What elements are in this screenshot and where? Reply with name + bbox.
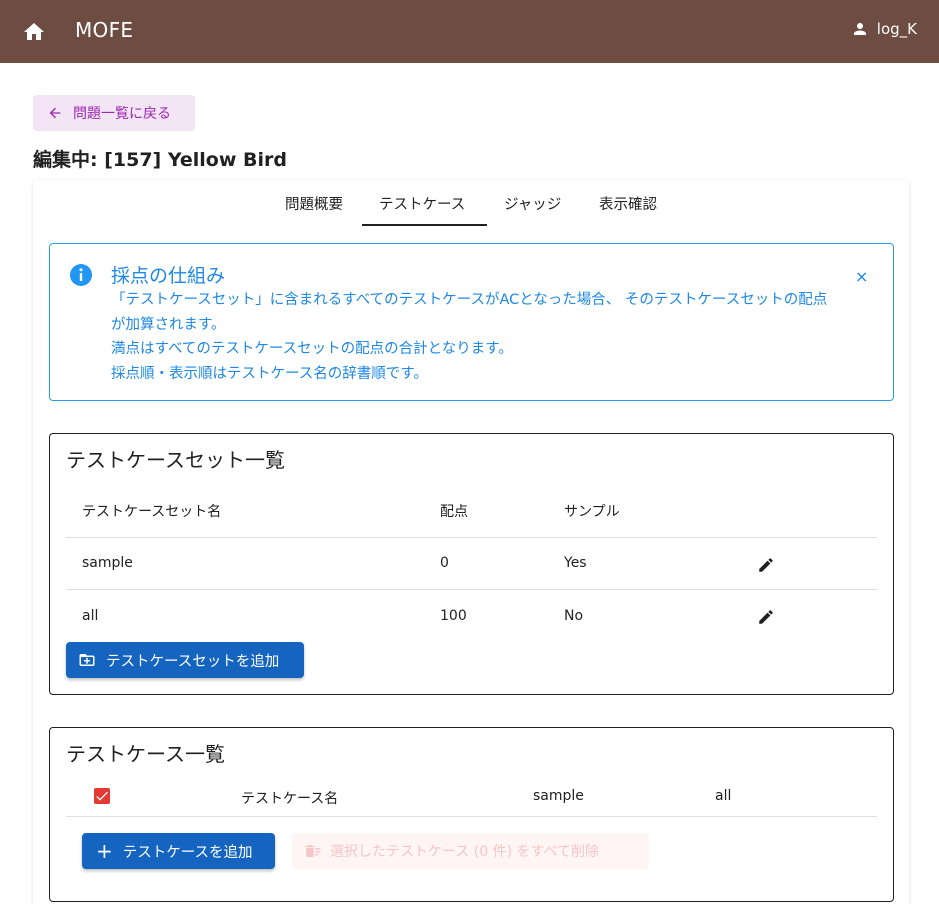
set-name-cell: all bbox=[82, 608, 99, 624]
tab-testcases[interactable]: テストケース bbox=[379, 193, 465, 214]
app-brand[interactable]: MOFE bbox=[75, 18, 133, 42]
set-score-cell: 0 bbox=[440, 555, 449, 571]
delete-selected-testcases-button[interactable]: 選択したテストケース (0 件) をすべて削除 bbox=[292, 833, 649, 869]
add-testcase-label: テストケースを追加 bbox=[122, 844, 253, 861]
user-menu[interactable]: log_K bbox=[851, 20, 917, 38]
scoring-info-alert: 採点の仕組み 「テストケースセット」に含まれるすべてのテストケースがACとなった… bbox=[49, 243, 894, 401]
set-sample-cell: Yes bbox=[564, 555, 587, 571]
alert-line: 満点はすべてのテストケースセットの配点の合計となります。 bbox=[111, 341, 513, 357]
back-button-label: 問題一覧に戻る bbox=[73, 106, 171, 122]
alert-body: 「テストケースセット」に含まれるすべてのテストケースがACとなった場合、 そのテ… bbox=[111, 288, 841, 386]
column-header-testcase-name: テストケース名 bbox=[241, 791, 339, 807]
edit-icon[interactable] bbox=[757, 608, 775, 626]
table-divider bbox=[66, 537, 877, 538]
testcases-section: テストケース一覧 テストケース名 sample all + テストケースを追加 … bbox=[49, 727, 894, 902]
delete-selected-label: 選択したテストケース (0 件) をすべて削除 bbox=[330, 844, 599, 860]
check-icon bbox=[96, 791, 108, 801]
page-title: 編集中: [157] Yellow Bird bbox=[33, 149, 287, 171]
table-divider bbox=[66, 589, 877, 590]
testcase-sets-section: テストケースセット一覧 テストケースセット名 配点 サンプル sample 0 … bbox=[49, 433, 894, 695]
table-divider bbox=[66, 816, 877, 817]
back-to-problems-button[interactable]: 問題一覧に戻る bbox=[33, 95, 195, 131]
testcases-title: テストケース一覧 bbox=[66, 742, 225, 766]
info-icon bbox=[70, 264, 92, 286]
add-testcase-set-label: テストケースセットを追加 bbox=[106, 653, 280, 670]
tab-bar: 問題概要 テストケース ジャッジ 表示確認 bbox=[33, 180, 909, 228]
add-box-icon bbox=[79, 654, 95, 666]
person-icon bbox=[853, 23, 866, 35]
add-testcase-button[interactable]: + テストケースを追加 bbox=[82, 833, 275, 869]
add-testcase-set-button[interactable]: テストケースセットを追加 bbox=[66, 642, 304, 678]
set-score-cell: 100 bbox=[440, 608, 467, 624]
column-header-score: 配点 bbox=[440, 504, 468, 520]
testcase-sets-title: テストケースセット一覧 bbox=[66, 448, 285, 472]
delete-sweep-icon bbox=[305, 845, 321, 857]
plus-icon: + bbox=[96, 839, 113, 863]
tab-overview[interactable]: 問題概要 bbox=[285, 193, 343, 214]
column-header-sample-set: sample bbox=[533, 788, 584, 804]
alert-line: 「テストケースセット」に含まれるすべてのテストケースがACとなった場合、 そのテ… bbox=[111, 292, 828, 333]
alert-line: 採点順・表示順はテストケース名の辞書順です。 bbox=[111, 365, 428, 382]
select-all-checkbox[interactable] bbox=[94, 788, 110, 804]
set-sample-cell: No bbox=[564, 608, 584, 624]
column-header-set-name: テストケースセット名 bbox=[82, 504, 222, 520]
set-name-cell: sample bbox=[82, 555, 133, 571]
tab-preview[interactable]: 表示確認 bbox=[599, 193, 657, 214]
column-header-sample: サンプル bbox=[564, 504, 620, 520]
tab-judge[interactable]: ジャッジ bbox=[504, 193, 561, 214]
arrow-left-icon bbox=[49, 107, 61, 119]
username: log_K bbox=[876, 20, 917, 38]
alert-title: 採点の仕組み bbox=[111, 265, 226, 287]
edit-icon[interactable] bbox=[757, 556, 775, 574]
app-bar: MOFE log_K bbox=[0, 0, 939, 63]
home-icon[interactable] bbox=[22, 20, 46, 44]
active-tab-indicator bbox=[362, 224, 487, 226]
close-icon[interactable]: × bbox=[855, 267, 868, 286]
column-header-all-set: all bbox=[715, 788, 732, 804]
